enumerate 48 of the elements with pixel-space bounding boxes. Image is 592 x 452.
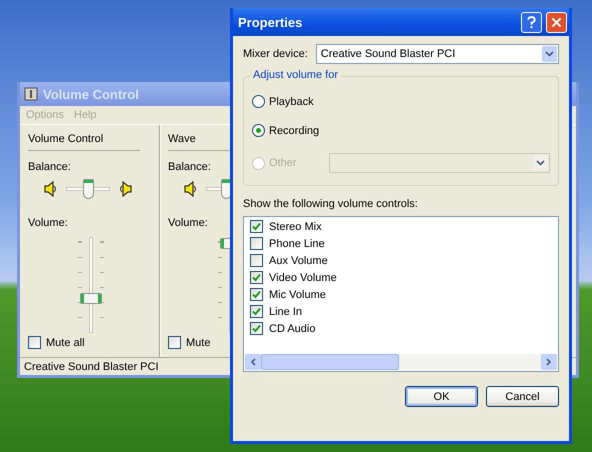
checkbox[interactable] xyxy=(250,288,263,301)
volume-label: Volume: xyxy=(168,217,208,229)
group-title: Adjust volume for xyxy=(250,69,341,81)
list-item-label[interactable]: Stereo Mix xyxy=(269,220,322,232)
list-item-label[interactable]: Phone Line xyxy=(269,238,325,250)
radio-button[interactable] xyxy=(252,124,265,137)
radio-label: Playback xyxy=(269,96,314,108)
balance-label: Balance: xyxy=(28,161,71,173)
list-label: Show the following volume controls: xyxy=(243,198,418,210)
balance-slider[interactable] xyxy=(66,179,110,199)
list-item-label[interactable]: CD Audio xyxy=(269,322,316,334)
mute-label: Mute all xyxy=(46,336,85,348)
dialog-button[interactable]: Cancel xyxy=(486,386,559,407)
slider-thumb[interactable] xyxy=(83,179,94,199)
volume-slider[interactable] xyxy=(80,237,102,333)
checkbox[interactable] xyxy=(250,322,263,335)
speaker-icon xyxy=(184,181,198,197)
mute-label: Mute xyxy=(186,336,210,348)
checkbox[interactable] xyxy=(250,254,263,267)
help-button[interactable] xyxy=(521,12,542,32)
scroll-right-icon[interactable] xyxy=(541,354,557,370)
volume-label: Volume: xyxy=(28,217,68,229)
checkbox[interactable] xyxy=(250,271,263,284)
checkbox[interactable] xyxy=(250,305,263,318)
checkbox[interactable] xyxy=(250,237,263,250)
mixer-device-dropdown[interactable]: Creative Sound Blaster PCI xyxy=(316,44,559,64)
close-button[interactable] xyxy=(546,12,567,32)
checkbox[interactable] xyxy=(250,220,263,233)
scroll-thumb[interactable] xyxy=(261,354,399,370)
scroll-left-icon[interactable] xyxy=(245,354,261,370)
checkbox[interactable] xyxy=(28,336,41,349)
radio-button[interactable] xyxy=(252,95,265,108)
radio-label: Other xyxy=(269,157,297,169)
speaker-icon xyxy=(118,181,132,197)
checkbox[interactable] xyxy=(168,336,181,349)
list-item-label[interactable]: Aux Volume xyxy=(269,254,328,266)
slider-thumb[interactable] xyxy=(80,292,102,304)
dialog-title: Properties xyxy=(238,14,304,30)
list-item-label[interactable]: Mic Volume xyxy=(269,288,326,300)
speaker-icon xyxy=(44,181,58,197)
channel-name: Volume Control xyxy=(28,133,140,151)
list-item-label[interactable]: Video Volume xyxy=(269,272,337,284)
balance-label: Balance: xyxy=(168,161,211,173)
list-item-label[interactable]: Line In xyxy=(269,306,302,318)
app-icon xyxy=(24,87,38,101)
dialog-button[interactable]: OK xyxy=(405,386,478,407)
horizontal-scrollbar[interactable] xyxy=(245,354,557,370)
mixer-device-label: Mixer device: xyxy=(243,48,308,60)
